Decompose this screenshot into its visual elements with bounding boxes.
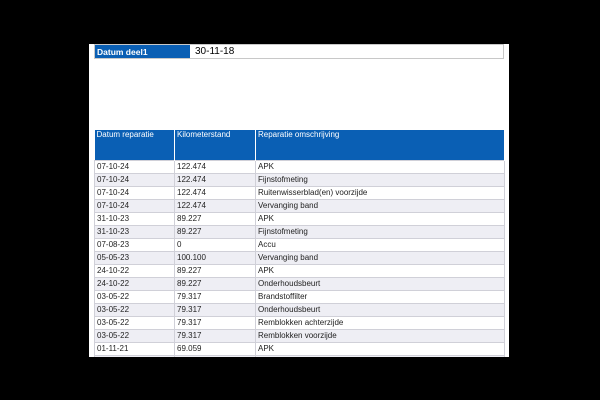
column-header-omschrijving: Reparatie omschrijving [255, 130, 505, 160]
table-cell-kilometerstand: 79.317 [174, 328, 256, 343]
datum-deel1-value: 30-11-18 [195, 46, 235, 57]
table-cell-datum: 07-10-24 [94, 159, 175, 174]
table-header-row: Datum reparatie Kilometerstand Reparatie… [94, 130, 505, 160]
table-cell-kilometerstand: 122.474 [174, 172, 256, 187]
table-cell-datum: 01-11-21 [94, 341, 175, 356]
table-cell-omschrijving: Brandstoffilter [255, 289, 505, 304]
table-cell-omschrijving: APK [255, 211, 505, 226]
table-cell-datum: 07-08-23 [94, 237, 175, 252]
table-cell-omschrijving: Onderhoudsbeurt [255, 276, 505, 291]
table-cell-omschrijving: Vervanging band [255, 354, 505, 357]
table-cell-omschrijving: Onderhoudsbeurt [255, 302, 505, 317]
table-cell-omschrijving: Vervanging band [255, 198, 505, 213]
table-cell-omschrijving: Fijnstofmeting [255, 172, 505, 187]
table-cell-datum: 31-10-23 [94, 211, 175, 226]
table-cell-kilometerstand: 122.474 [174, 198, 256, 213]
table-cell-kilometerstand: 69.059 [174, 341, 256, 356]
table-cell-datum: 03-05-22 [94, 302, 175, 317]
table-cell-kilometerstand: 79.317 [174, 289, 256, 304]
table-cell-kilometerstand: 89.227 [174, 211, 256, 226]
table-cell-kilometerstand: 89.227 [174, 224, 256, 239]
table-cell-kilometerstand: 89.227 [174, 276, 256, 291]
table-cell-datum: 07-10-24 [94, 198, 175, 213]
table-row: 01-11-21 69.059 APK [94, 341, 505, 356]
table-cell-omschrijving: Fijnstofmeting [255, 224, 505, 239]
table-cell-datum: 03-05-22 [94, 315, 175, 330]
column-header-kilometerstand: Kilometerstand [174, 130, 256, 160]
table-cell-datum: 03-05-22 [94, 328, 175, 343]
table-row: 07-10-24 122.474 Vervanging band [94, 198, 505, 213]
table-row: 07-08-23 0 Accu [94, 237, 505, 252]
table-row: 03-05-22 79.317 Onderhoudsbeurt [94, 302, 505, 317]
table-row: 03-05-22 79.317 Remblokken achterzijde [94, 315, 505, 330]
table-cell-omschrijving: Vervanging band [255, 250, 505, 265]
table-row: 03-05-22 79.317 Brandstoffilter [94, 289, 505, 304]
table-cell-datum: 05-05-23 [94, 250, 175, 265]
table-row: 07-10-24 122.474 Ruitenwisserblad(en) voor… [94, 185, 505, 200]
table-cell-kilometerstand: 89.227 [174, 263, 256, 278]
reparatie-table: Datum reparatie Kilometerstand Reparatie… [94, 130, 505, 357]
table-body: 07-10-24 122.474 APK 07-10-24 122.474 Fijnsto… [94, 159, 505, 357]
table-cell-omschrijving: APK [255, 159, 505, 174]
table-cell-datum: 07-10-24 [94, 172, 175, 187]
table-row: 01-11-2169.059Vervanging band [94, 354, 505, 357]
table-cell-datum: 03-05-22 [94, 289, 175, 304]
table-row: 03-05-22 79.317 Remblokken voorzijde [94, 328, 505, 343]
table-cell-kilometerstand: 79.317 [174, 302, 256, 317]
table-cell-omschrijving: Ruitenwisserblad(en) voorzijde [255, 185, 505, 200]
table-cell-kilometerstand: 122.474 [174, 185, 256, 200]
table-cell-kilometerstand: 79.317 [174, 315, 256, 330]
table-cell-omschrijving: APK [255, 263, 505, 278]
table-cell-datum: 31-10-23 [94, 224, 175, 239]
table-cell-datum: 24-10-22 [94, 276, 175, 291]
table-cell-datum: 01-11-21 [94, 354, 175, 357]
table-cell-datum: 24-10-22 [94, 263, 175, 278]
table-cell-kilometerstand: 100.100 [174, 250, 256, 265]
table-row: 05-05-23 100.100 Vervanging band [94, 250, 505, 265]
column-header-datum: Datum reparatie [94, 130, 175, 160]
table-row: 31-10-23 89.227 Fijnstofmeting [94, 224, 505, 239]
table-row: 31-10-23 89.227 APK [94, 211, 505, 226]
table-cell-omschrijving: Remblokken voorzijde [255, 328, 505, 343]
table-row: 24-10-22 89.227 Onderhoudsbeurt [94, 276, 505, 291]
table-cell-omschrijving: Remblokken achterzijde [255, 315, 505, 330]
datum-deel1-row: Datum deel1 30-11-18 [94, 44, 504, 59]
table-cell-omschrijving: Accu [255, 237, 505, 252]
table-row: 24-10-22 89.227 APK [94, 263, 505, 278]
table-cell-omschrijving: APK [255, 341, 505, 356]
table-cell-kilometerstand: 122.474 [174, 159, 256, 174]
table-row: 07-10-24 122.474 APK [94, 159, 505, 174]
datum-deel1-label: Datum deel1 [95, 45, 190, 58]
table-cell-datum: 07-10-24 [94, 185, 175, 200]
document-page: Datum deel1 30-11-18 Datum reparatie Kil… [89, 44, 509, 357]
table-cell-kilometerstand: 0 [174, 237, 256, 252]
table-cell-kilometerstand: 69.059 [174, 354, 256, 357]
table-row: 07-10-24 122.474 Fijnstofmeting [94, 172, 505, 187]
